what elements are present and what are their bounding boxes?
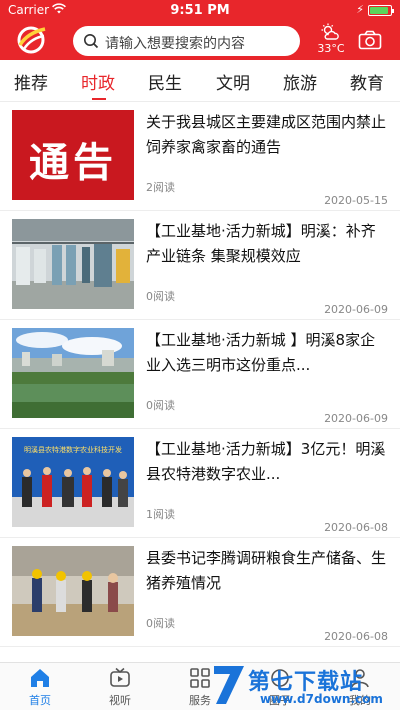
publish-date: 2020-06-09 [324,303,388,316]
category-tabs: 推荐 时政 民生 文明 旅游 教育 [0,60,400,102]
news-thumbnail: 明溪县农特港数字农业科技开发 [12,437,134,527]
news-thumbnail: 通告 [12,110,134,200]
publish-date: 2020-06-08 [324,521,388,534]
news-item[interactable]: 【工业基地·活力新城 】明溪8家企业入选三明市这份重点... 0阅读 2020-… [0,320,400,429]
read-count: 2阅读 [146,181,175,194]
news-item[interactable]: 县委书记李腾调研粮食生产储备、生猪养殖情况 0阅读 2020-06-08 [0,538,400,647]
tab-livelihood[interactable]: 民生 [148,69,182,94]
search-placeholder: 请输入想要搜索的内容 [105,36,245,52]
app-header: Carrier 9:51 PM ⚡ 请输入想要搜索的内容 33°C [0,0,400,60]
home-icon [31,669,49,687]
news-thumbnail [12,328,134,418]
watermark-url: www.d7down.com [260,692,383,706]
grid-icon [190,668,210,688]
tab-education[interactable]: 教育 [350,69,384,94]
thumbnail-text: 通告 [29,140,117,186]
news-title: 县委书记李腾调研粮食生产储备、生猪养殖情况 [146,549,387,592]
news-item[interactable]: 通告 关于我县城区主要建成区范围内禁止饲养家禽家畜的通告 2阅读 2020-05… [0,102,400,211]
watermark-logo [214,666,244,704]
nav-media[interactable]: 视听 [90,667,150,708]
tab-politics[interactable]: 时政 [81,69,115,94]
tv-icon [110,667,130,687]
read-count: 0阅读 [146,617,175,630]
temperature-label: 33°C [317,42,345,55]
news-title: 关于我县城区主要建成区范围内禁止饲养家禽家畜的通告 [146,113,387,156]
news-item[interactable]: 【工业基地·活力新城】明溪：补齐产业链条 集聚规模效应 0阅读 2020-06-… [0,211,400,320]
search-bar[interactable]: 请输入想要搜索的内容 [73,26,300,56]
charging-icon: ⚡ [356,3,364,16]
tab-recommend[interactable]: 推荐 [14,69,48,94]
news-title: 【工业基地·活力新城 】明溪8家企业入选三明市这份重点... [146,331,376,374]
app-logo[interactable] [14,25,48,55]
news-title: 【工业基地·活力新城】明溪：补齐产业链条 集聚规模效应 [146,222,376,265]
status-bar: Carrier 9:51 PM ⚡ [0,0,400,22]
search-icon [84,34,99,49]
news-title: 【工业基地·活力新城】3亿元！明溪县农特港数字农业... [146,440,386,483]
partly-cloudy-icon [321,23,339,40]
read-count: 0阅读 [146,399,175,412]
watermark: 第七下载站 www.d7down.com [212,660,400,710]
news-thumbnail [12,219,134,309]
read-count: 1阅读 [146,508,175,521]
publish-date: 2020-06-09 [324,412,388,425]
active-tab-indicator [92,98,106,100]
clock: 9:51 PM [170,3,230,18]
weather-widget[interactable]: 33°C [314,22,346,58]
read-count: 0阅读 [146,290,175,303]
nav-home[interactable]: 首页 [10,667,70,708]
tab-tourism[interactable]: 旅游 [283,69,317,94]
news-thumbnail [12,546,134,636]
tab-civilization[interactable]: 文明 [216,69,250,94]
battery-icon [368,5,394,16]
publish-date: 2020-06-08 [324,630,388,643]
publish-date: 2020-05-15 [324,194,388,207]
nav-label: 视听 [109,694,131,707]
camera-icon[interactable] [358,30,382,50]
news-list: 通告 关于我县城区主要建成区范围内禁止饲养家禽家畜的通告 2阅读 2020-05… [0,102,400,662]
nav-label: 首页 [29,694,51,707]
news-item[interactable]: 明溪县农特港数字农业科技开发 【工业基地·活力新城】3亿元！明溪县农特港数字农业… [0,429,400,538]
